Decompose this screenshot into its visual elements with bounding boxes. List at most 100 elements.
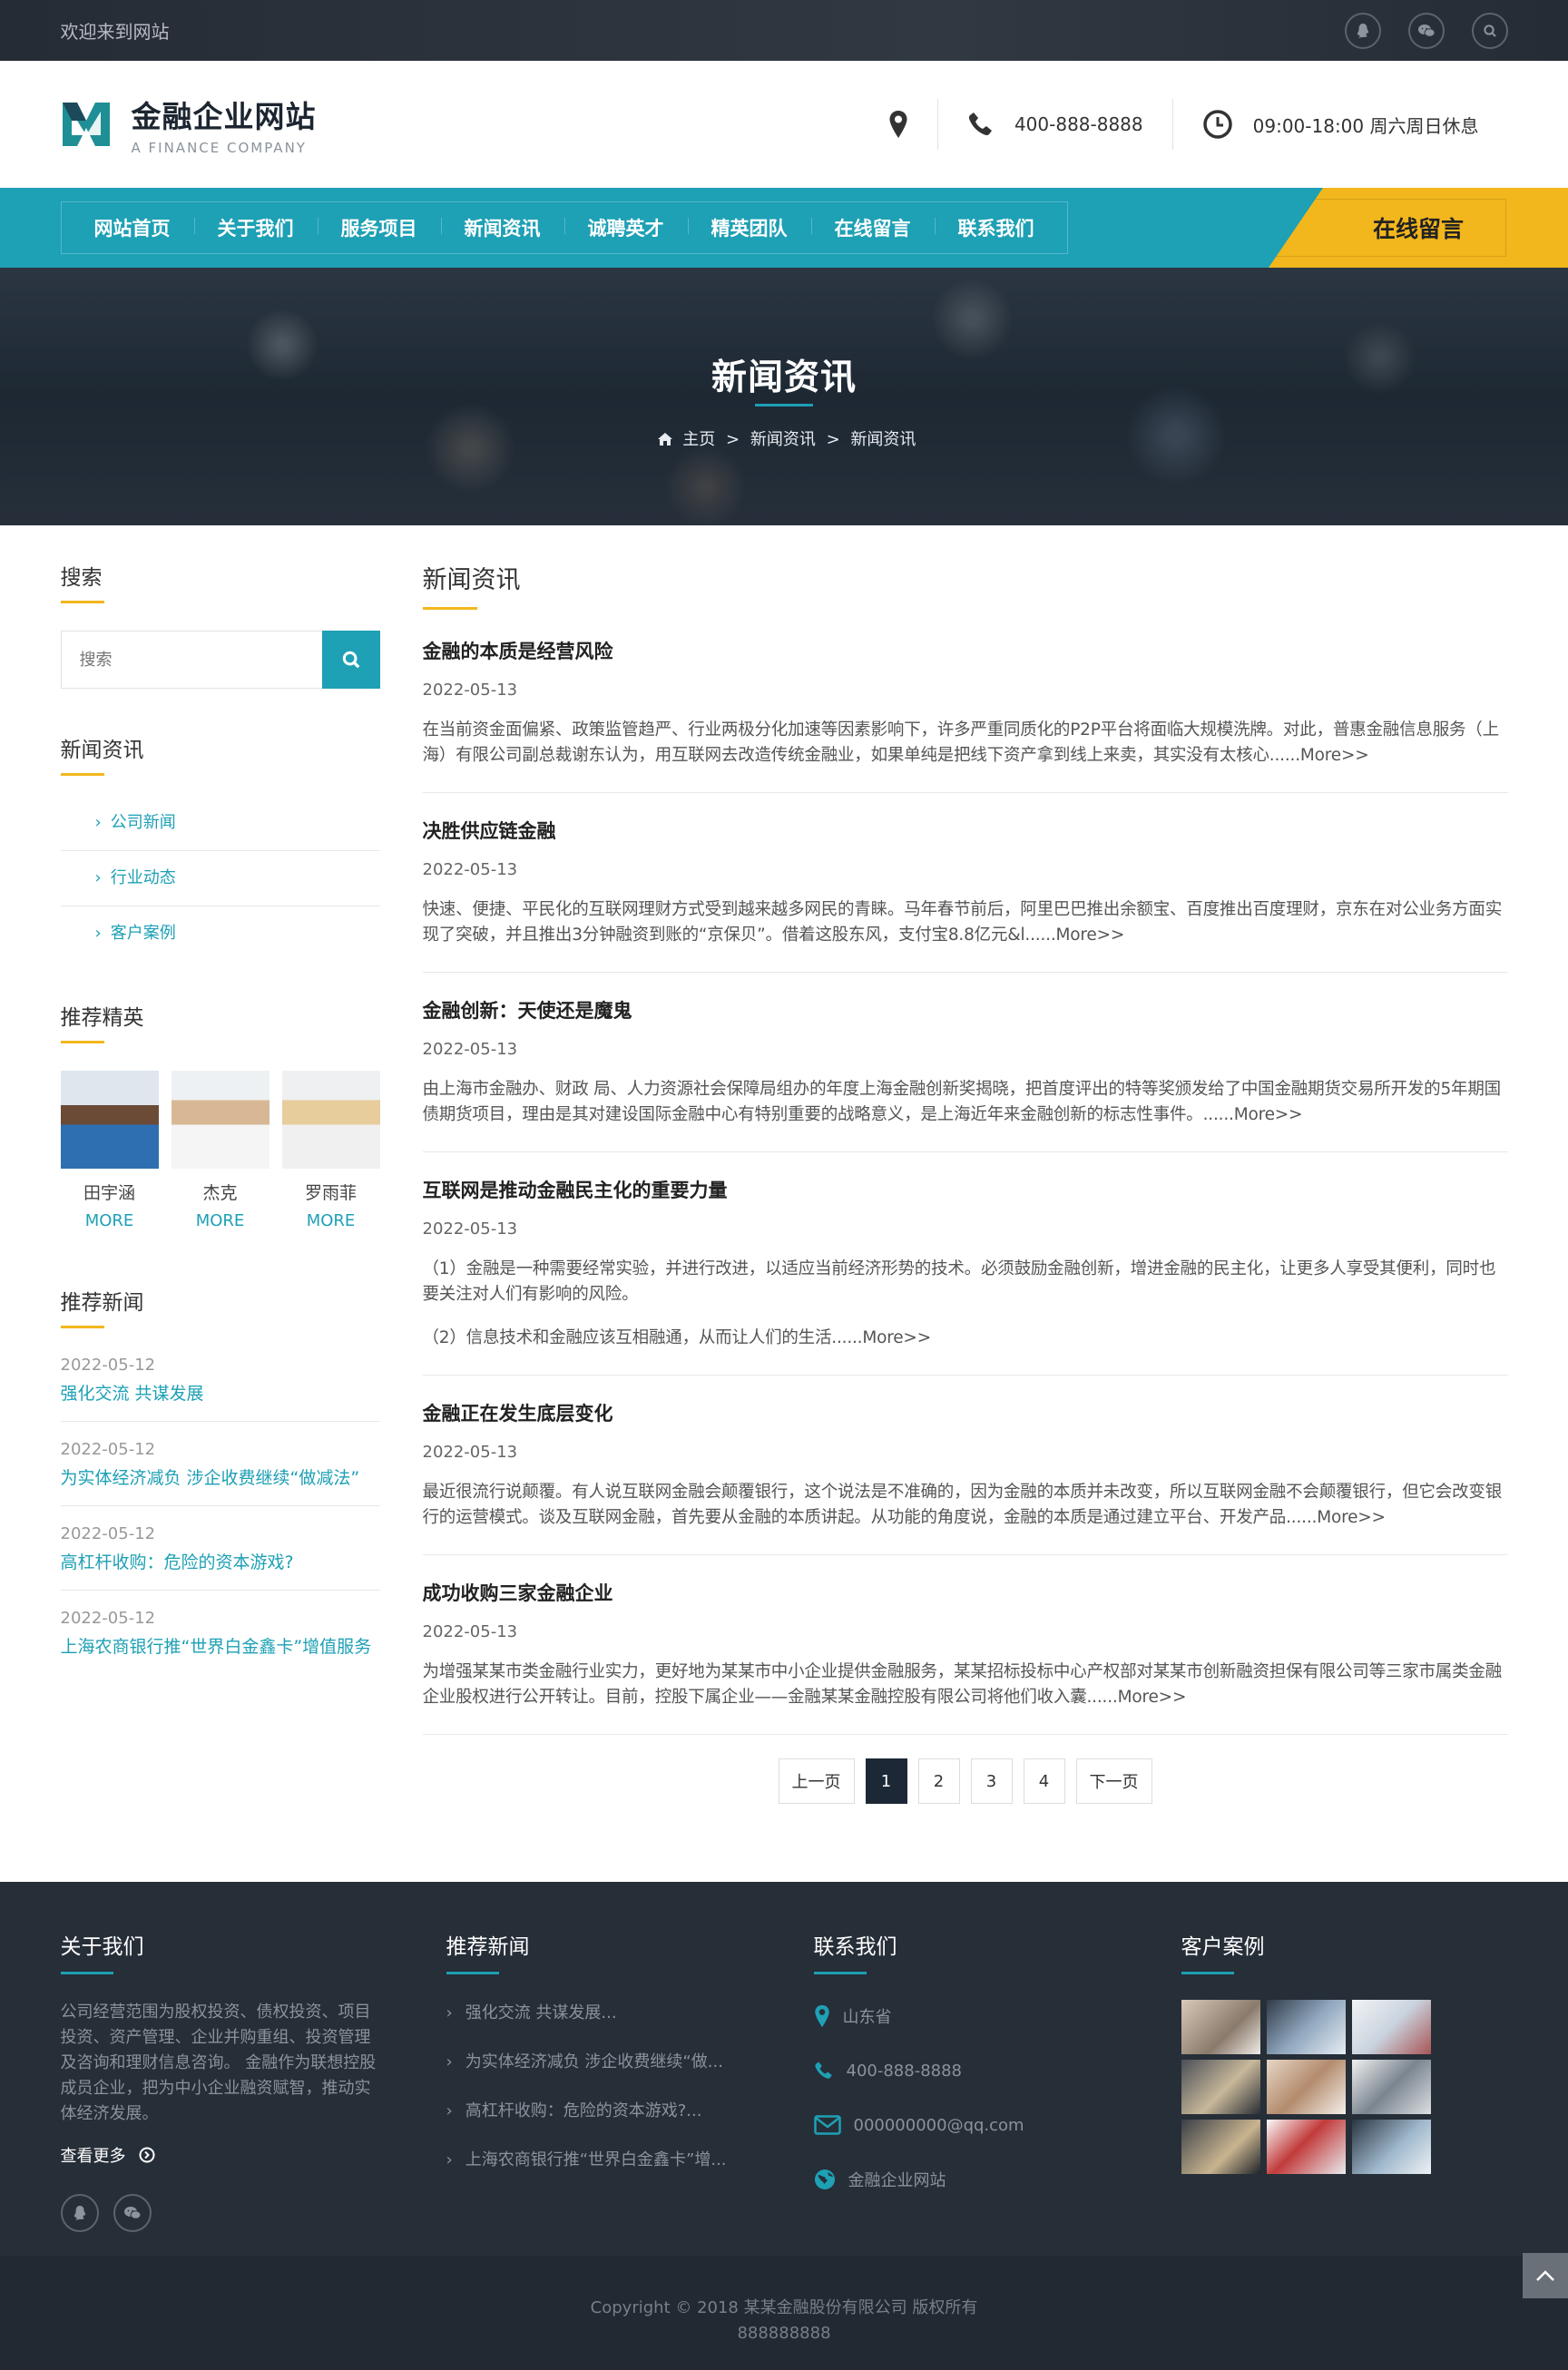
case-thumb[interactable] [1181,2000,1260,2054]
page-button[interactable]: 3 [970,1758,1013,1804]
case-thumb[interactable] [1181,2120,1260,2174]
nav-item[interactable]: 服务项目 [317,214,441,241]
nav-item[interactable]: 诚聘英才 [564,214,688,241]
elite-photo[interactable] [281,1071,380,1169]
footer-news-item[interactable]: › 上海农商银行推“世界白金鑫卡”增... [446,2147,814,2170]
case-thumb[interactable] [1351,2000,1431,2054]
case-thumb[interactable] [1351,2120,1431,2174]
nav-item[interactable]: 关于我们 [193,214,318,241]
chevron-right-icon: › [94,924,102,943]
article-title[interactable]: 成功收购三家金融企业 [423,1579,1508,1606]
footer-more-link[interactable]: 查看更多 [61,2143,446,2167]
case-thumb[interactable] [1266,2060,1346,2114]
search-input[interactable] [60,631,322,689]
elite-photo[interactable] [171,1071,270,1169]
category-item[interactable]: › 公司新闻 [60,796,380,851]
rec-news-list: 2022-05-12 强化交流 共谋发展 2022-05-12 为实体经济减负 涉企收… [60,1356,380,1674]
nav-item[interactable]: 精英团队 [687,214,811,241]
footer-news-item[interactable]: › 高杠杆收购：危险的资本游戏?... [446,2098,814,2121]
article-title[interactable]: 金融的本质是经营风险 [423,637,1508,664]
case-grid [1181,2000,1431,2174]
search-icon[interactable] [1471,12,1508,49]
case-thumb[interactable] [1181,2060,1260,2114]
footer-news-label: 为实体经济减负 涉企收费继续“做... [465,2052,723,2071]
nav-item[interactable]: 在线留言 [810,214,935,241]
article-item: 互联网是推动金融民主化的重要力量 2022-05-13 （1）金融是一种需要经常实验… [422,1176,1508,1376]
footer-news-item[interactable]: › 强化交流 共谋发展... [446,2000,814,2023]
site-logo[interactable]: 金融企业网站 A FINANCE COMPANY [61,93,317,156]
elite-heading: 推荐精英 [60,1000,380,1043]
map-pin-icon [889,111,907,138]
page-button[interactable]: 2 [917,1758,960,1804]
elite-more-link[interactable]: MORE [282,1211,380,1230]
search-box [60,631,380,689]
article-title[interactable]: 金融正在发生底层变化 [423,1399,1508,1426]
rec-news-title[interactable]: 高杠杆收购：危险的资本游戏? [61,1549,380,1573]
case-thumb[interactable] [1266,2000,1346,2054]
nav-item[interactable]: 网站首页 [71,214,194,241]
site-header: 金融企业网站 A FINANCE COMPANY 400-888-8888 09… [0,61,1568,188]
page-button[interactable]: 1 [865,1758,907,1804]
footer-email: 000000000@qq.com [813,2098,1181,2152]
footer-more-label: 查看更多 [60,2147,126,2166]
elite-more-link[interactable]: MORE [61,1211,159,1230]
mail-icon [813,2115,841,2135]
article-summary: 为增强某某市类金融行业实力，更好地为某某市中小企业提供金融服务，某某招标投标中心… [422,1662,1503,1707]
prev-page-button[interactable]: 上一页 [778,1758,855,1804]
chevron-right-icon: › [94,868,102,887]
top-bar: 欢迎来到网站 [0,0,1568,61]
footer-news-label: 强化交流 共谋发展... [465,2003,617,2022]
article-item: 金融的本质是经营风险 2022-05-13 在当前资金面偏紧、政策监管趋严、行业两极… [422,637,1508,793]
next-page-button[interactable]: 下一页 [1075,1758,1152,1804]
category-item[interactable]: › 客户案例 [61,906,380,962]
rec-news-item[interactable]: 2022-05-12 上海农商银行推“世界白金鑫卡”增值服务 [61,1591,380,1674]
rec-news-item[interactable]: 2022-05-12 高杠杆收购：危险的资本游戏? [60,1506,380,1591]
nav-item[interactable]: 新闻资讯 [440,214,564,241]
category-item[interactable]: › 行业动态 [60,851,380,906]
location-item[interactable] [859,99,937,150]
qq-icon[interactable] [1344,12,1381,49]
hours-item: 09:00-18:00 周六周日休息 [1171,99,1508,150]
chevron-up-icon [1536,2270,1554,2281]
breadcrumb-current[interactable]: 新闻资讯 [850,430,916,449]
home-icon [657,430,678,449]
rec-news-item[interactable]: 2022-05-12 强化交流 共谋发展 [60,1356,380,1422]
header-phone: 400-888-8888 [1014,113,1143,135]
logo-title: 金融企业网站 [131,99,317,134]
article-title[interactable]: 金融创新：天使还是魔鬼 [423,996,1508,1023]
article-item: 金融正在发生底层变化 2022-05-13 最近很流行说颠覆。有人说互联网金融会颠覆… [422,1399,1508,1555]
elite-more-link[interactable]: MORE [172,1211,270,1230]
elite-photo[interactable] [60,1071,159,1169]
rec-news-title[interactable]: 为实体经济减负 涉企收费继续“做减法” [61,1464,380,1489]
elite-name: 田宇涵 [83,1183,135,1203]
map-pin-icon [814,2004,829,2028]
elite-card[interactable]: 田宇涵 MORE [60,1071,159,1230]
case-thumb[interactable] [1266,2120,1346,2174]
search-button[interactable] [321,631,380,689]
rec-news-title[interactable]: 上海农商银行推“世界白金鑫卡”增值服务 [61,1633,380,1658]
breadcrumb-section[interactable]: 新闻资讯 [750,430,816,449]
nav-item[interactable]: 联系我们 [934,214,1058,241]
rec-news-title[interactable]: 强化交流 共谋发展 [61,1380,380,1405]
page-button[interactable]: 4 [1023,1758,1065,1804]
copyright-number: 888888888 [737,2324,831,2343]
footer-news-item[interactable]: › 为实体经济减负 涉企收费继续“做... [446,2049,814,2072]
wechat-icon[interactable] [113,2194,152,2232]
article-summary: 由上海市金融办、财政 局、人力资源社会保障局组办的年度上海金融创新奖揭晓，把首度… [422,1080,1502,1124]
rec-news-item[interactable]: 2022-05-12 为实体经济减负 涉企收费继续“做减法” [60,1422,380,1506]
nav-list: 网站首页 关于我们 服务项目 新闻资讯 诚聘英才 精英团队 在线留言 联系我们 [60,201,1068,254]
elite-card[interactable]: 罗雨菲 MORE [281,1071,380,1230]
phone-item[interactable]: 400-888-8888 [936,99,1172,150]
qq-icon[interactable] [60,2194,99,2232]
search-icon [342,651,359,669]
breadcrumb-home[interactable]: 主页 [682,430,715,449]
chevron-right-icon: › [446,2003,453,2022]
article-title[interactable]: 互联网是推动金融民主化的重要力量 [423,1176,1508,1203]
elite-card[interactable]: 杰克 MORE [171,1071,270,1230]
wechat-icon[interactable] [1407,12,1445,49]
category-label: 客户案例 [110,924,176,943]
case-thumb[interactable] [1351,2060,1431,2114]
article-list: 金融的本质是经营风险 2022-05-13 在当前资金面偏紧、政策监管趋严、行业两极… [422,637,1508,1735]
back-to-top-button[interactable] [1523,2253,1568,2298]
article-title[interactable]: 决胜供应链金融 [423,817,1508,844]
